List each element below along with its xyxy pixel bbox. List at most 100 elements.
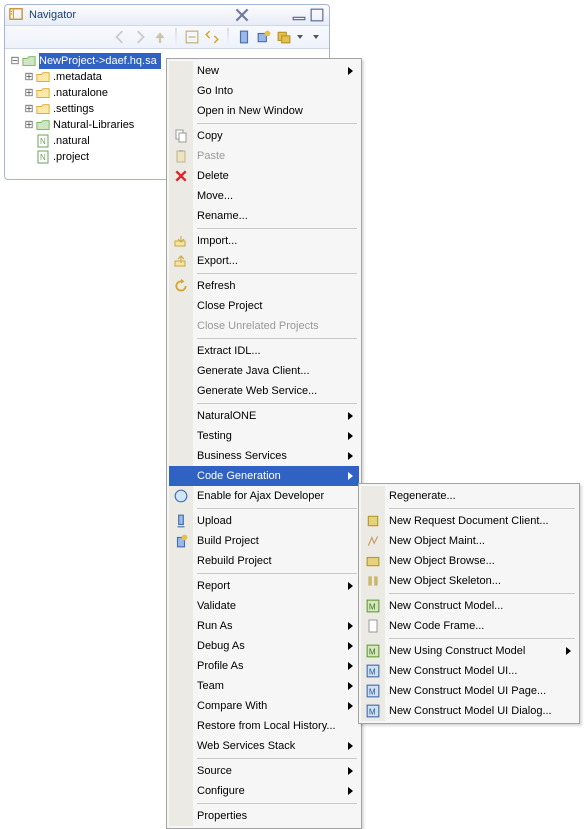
view-menu-icon[interactable] xyxy=(307,29,323,45)
expand-toggle-icon[interactable]: ⊞ xyxy=(23,101,35,117)
build-icon xyxy=(173,533,189,549)
import-icon xyxy=(173,233,189,249)
collapse-all-icon[interactable] xyxy=(184,29,200,45)
wizard-icon xyxy=(365,533,381,549)
menu-refresh[interactable]: Refresh xyxy=(169,276,359,296)
copy-icon xyxy=(173,128,189,144)
menu-upload[interactable]: Upload xyxy=(169,511,359,531)
menu-generate-java[interactable]: Generate Java Client... xyxy=(169,361,359,381)
menu-extract-idl[interactable]: Extract IDL... xyxy=(169,341,359,361)
expand-toggle-icon[interactable]: ⊞ xyxy=(23,85,35,101)
menu-copy[interactable]: Copy xyxy=(169,126,359,146)
model-icon: M xyxy=(365,643,381,659)
filters-icon[interactable] xyxy=(276,29,292,45)
svg-text:M: M xyxy=(369,688,376,697)
server-icon[interactable] xyxy=(236,29,252,45)
menu-enable-ajax[interactable]: Enable for Ajax Developer xyxy=(169,486,359,506)
menu-paste: Paste xyxy=(169,146,359,166)
menu-team[interactable]: Team xyxy=(169,676,359,696)
tree-label: .settings xyxy=(53,101,94,117)
nav-fwd-icon[interactable] xyxy=(132,29,148,45)
tree-label: Natural-Libraries xyxy=(53,117,134,133)
menu-naturalone[interactable]: NaturalONE xyxy=(169,406,359,426)
expand-toggle-icon[interactable]: ⊟ xyxy=(9,53,21,69)
menu-export[interactable]: Export... xyxy=(169,251,359,271)
submenu-construct-ui-dialog[interactable]: M New Construct Model UI Dialog... xyxy=(361,701,577,721)
nav-up-icon[interactable] xyxy=(152,29,168,45)
submenu-construct-ui-page[interactable]: M New Construct Model UI Page... xyxy=(361,681,577,701)
ajax-icon xyxy=(173,488,189,504)
submenu-obj-maint[interactable]: New Object Maint... xyxy=(361,531,577,551)
navigator-title: Navigator xyxy=(29,9,235,21)
menu-new[interactable]: New xyxy=(169,61,359,81)
folder-icon xyxy=(35,69,51,85)
submenu-regenerate[interactable]: Regenerate... xyxy=(361,486,577,506)
expand-toggle-icon[interactable]: ⊞ xyxy=(23,117,35,133)
build-icon[interactable] xyxy=(256,29,272,45)
minimize-icon[interactable] xyxy=(291,7,307,23)
menu-import[interactable]: Import... xyxy=(169,231,359,251)
menu-close-unrelated: Close Unrelated Projects xyxy=(169,316,359,336)
tree-label: .project xyxy=(53,149,89,165)
nav-back-icon[interactable] xyxy=(112,29,128,45)
menu-go-into[interactable]: Go Into xyxy=(169,81,359,101)
folder-icon xyxy=(35,101,51,117)
file-icon: N xyxy=(35,133,51,149)
svg-text:M: M xyxy=(369,648,376,657)
svg-text:M: M xyxy=(369,603,376,612)
menu-run-as[interactable]: Run As xyxy=(169,616,359,636)
filters-dropdown-icon[interactable] xyxy=(297,35,303,39)
context-menu: New Go Into Open in New Window Copy Past… xyxy=(166,58,362,829)
menu-compare[interactable]: Compare With xyxy=(169,696,359,716)
menu-web-service-stack[interactable]: Web Services Stack xyxy=(169,736,359,756)
submenu-construct-ui[interactable]: M New Construct Model UI... xyxy=(361,661,577,681)
view-close-icon[interactable] xyxy=(235,8,249,22)
codegen-submenu: Regenerate... New Request Document Clien… xyxy=(358,483,580,724)
menu-move[interactable]: Move... xyxy=(169,186,359,206)
menu-code-generation[interactable]: Code Generation xyxy=(169,466,359,486)
expand-toggle-icon[interactable]: ⊞ xyxy=(23,69,35,85)
maximize-icon[interactable] xyxy=(309,7,325,23)
model-ui-icon: M xyxy=(365,663,381,679)
submenu-obj-browse[interactable]: New Object Browse... xyxy=(361,551,577,571)
submenu-construct-model[interactable]: M New Construct Model... xyxy=(361,596,577,616)
submenu-obj-skeleton[interactable]: New Object Skeleton... xyxy=(361,571,577,591)
submenu-code-frame[interactable]: New Code Frame... xyxy=(361,616,577,636)
project-icon xyxy=(21,53,37,69)
svg-text:N: N xyxy=(40,137,46,146)
menu-profile-as[interactable]: Profile As xyxy=(169,656,359,676)
submenu-using-construct[interactable]: M New Using Construct Model xyxy=(361,641,577,661)
submenu-req-doc-client[interactable]: New Request Document Client... xyxy=(361,511,577,531)
wizard-icon xyxy=(365,513,381,529)
menu-generate-ws[interactable]: Generate Web Service... xyxy=(169,381,359,401)
upload-icon xyxy=(173,513,189,529)
menu-business-services[interactable]: Business Services xyxy=(169,446,359,466)
menu-testing[interactable]: Testing xyxy=(169,426,359,446)
menu-validate[interactable]: Validate xyxy=(169,596,359,616)
wizard-icon xyxy=(365,573,381,589)
delete-icon xyxy=(173,168,189,184)
menu-rename[interactable]: Rename... xyxy=(169,206,359,226)
menu-properties[interactable]: Properties xyxy=(169,806,359,826)
link-editor-icon[interactable] xyxy=(204,29,220,45)
navigator-icon xyxy=(9,7,25,23)
svg-text:M: M xyxy=(369,668,376,677)
menu-configure[interactable]: Configure xyxy=(169,781,359,801)
menu-open-window[interactable]: Open in New Window xyxy=(169,101,359,121)
svg-text:N: N xyxy=(40,153,46,162)
menu-restore-history[interactable]: Restore from Local History... xyxy=(169,716,359,736)
menu-debug-as[interactable]: Debug As xyxy=(169,636,359,656)
file-icon: N xyxy=(35,149,51,165)
menu-build-project[interactable]: Build Project xyxy=(169,531,359,551)
wizard-icon xyxy=(365,553,381,569)
tree-label: .metadata xyxy=(53,69,102,85)
menu-close-project[interactable]: Close Project xyxy=(169,296,359,316)
svg-text:M: M xyxy=(369,708,376,717)
menu-report[interactable]: Report xyxy=(169,576,359,596)
navigator-toolbar xyxy=(5,26,329,49)
menu-delete[interactable]: Delete xyxy=(169,166,359,186)
model-ui-icon: M xyxy=(365,703,381,719)
folder-icon xyxy=(35,85,51,101)
menu-source[interactable]: Source xyxy=(169,761,359,781)
menu-rebuild-project[interactable]: Rebuild Project xyxy=(169,551,359,571)
